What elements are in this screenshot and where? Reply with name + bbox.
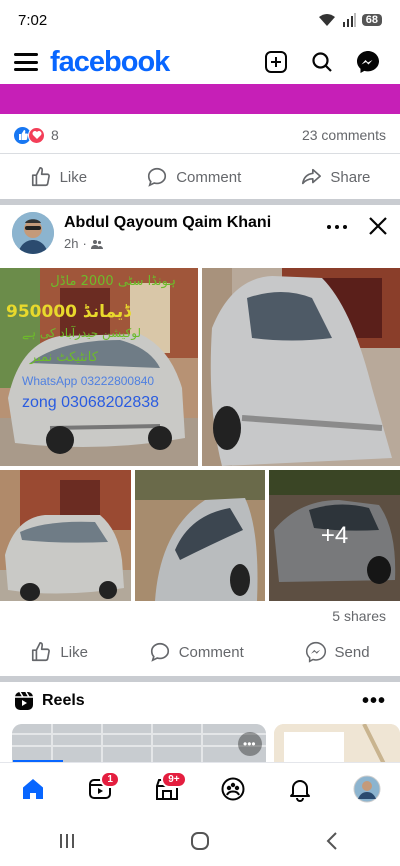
- comments-count[interactable]: 23 comments: [302, 127, 386, 143]
- marketplace-badge: 9+: [161, 770, 187, 788]
- nav-groups[interactable]: [213, 769, 253, 809]
- share-icon: [302, 168, 322, 185]
- reaction-count: 8: [51, 127, 59, 143]
- post-photo-3[interactable]: [0, 470, 131, 601]
- author-name[interactable]: Abdul Qayoum Qaim Khani: [64, 214, 324, 232]
- post-header: Abdul Qayoum Qaim Khani 2h ·: [12, 212, 392, 258]
- search-button[interactable]: [304, 44, 340, 80]
- send-button[interactable]: Send: [305, 641, 370, 663]
- messenger-icon: [357, 51, 379, 73]
- status-bar: 7:02 68: [0, 0, 400, 40]
- reels-header: Reels •••: [14, 688, 386, 714]
- like-button[interactable]: Like: [30, 641, 88, 663]
- more-options-icon[interactable]: [324, 214, 350, 240]
- svg-text:•••: •••: [243, 737, 256, 751]
- status-time: 7:02: [18, 11, 48, 29]
- nav-profile[interactable]: [347, 769, 387, 809]
- post-time[interactable]: 2h: [64, 236, 78, 251]
- thumbs-up-icon: [31, 167, 50, 187]
- thumbs-up-icon: [32, 642, 51, 662]
- battery-indicator: 68: [361, 14, 382, 26]
- close-icon[interactable]: [366, 214, 390, 238]
- overlay-price: ڈیمانڈ 950000: [6, 302, 131, 322]
- previous-post-banner: [0, 84, 400, 114]
- like-button[interactable]: Like: [30, 166, 88, 188]
- like-label: Like: [59, 168, 88, 186]
- facebook-logo: facebook: [50, 45, 170, 78]
- post-separator: [0, 199, 400, 205]
- groups-icon: [221, 777, 245, 800]
- post-actions: Like Comment Send: [0, 630, 400, 674]
- plus-square-icon: [265, 51, 287, 73]
- wifi-icon: [318, 14, 335, 26]
- back-icon[interactable]: [322, 830, 344, 852]
- reel-thumbnail-1[interactable]: •••: [12, 724, 266, 764]
- search-icon: [312, 52, 332, 72]
- nav-notifications[interactable]: [280, 769, 320, 809]
- bell-icon: [289, 779, 310, 802]
- comment-label: Comment: [176, 168, 242, 186]
- post-photo-4[interactable]: [135, 470, 265, 601]
- overlay-contact: کانٹیکٹ نمبر: [30, 350, 98, 365]
- comment-icon: [148, 167, 167, 187]
- share-label: Share: [330, 168, 371, 186]
- post-photo-2[interactable]: [202, 268, 400, 466]
- reel-thumbnail-2[interactable]: [274, 724, 400, 764]
- profile-avatar-icon: [353, 775, 381, 802]
- video-badge: 1: [100, 770, 120, 788]
- divider: [0, 153, 400, 154]
- messenger-send-icon: [305, 641, 326, 663]
- send-label: Send: [334, 643, 370, 661]
- comment-icon: [150, 642, 169, 662]
- nav-video[interactable]: 1: [80, 769, 120, 809]
- home-icon: [23, 778, 44, 799]
- comment-button[interactable]: Comment: [149, 641, 244, 663]
- reels-icon: [15, 691, 33, 710]
- nav-marketplace[interactable]: 9+: [147, 769, 187, 809]
- overlay-model: ہونڈا سٹی 2000 ماڈل: [50, 274, 176, 289]
- signal-icon: [342, 13, 356, 27]
- messenger-button[interactable]: [350, 44, 386, 80]
- overlay-whatsapp: WhatsApp 03222800840: [22, 374, 155, 388]
- reels-more-icon[interactable]: •••: [362, 690, 386, 713]
- home-button-icon[interactable]: [189, 830, 211, 852]
- author-avatar[interactable]: [12, 212, 54, 254]
- comment-button[interactable]: Comment: [146, 166, 241, 188]
- bottom-nav: 1 9+: [0, 762, 400, 814]
- top-bar: facebook: [0, 40, 400, 84]
- status-icons: 68: [318, 13, 382, 27]
- post-actions: Like Comment Share: [0, 155, 400, 199]
- reels-title: Reels: [42, 692, 85, 709]
- recent-apps-icon[interactable]: [56, 830, 78, 852]
- reaction-summary[interactable]: 8 23 comments: [14, 124, 386, 146]
- menu-icon[interactable]: [14, 53, 38, 71]
- create-button[interactable]: [258, 44, 294, 80]
- system-nav: [0, 816, 400, 866]
- share-button[interactable]: Share: [300, 166, 370, 188]
- comment-label: Comment: [178, 643, 244, 661]
- like-label: Like: [60, 643, 88, 661]
- love-reaction-icon: [28, 126, 45, 144]
- overlay-zong: zong 03068202838: [22, 394, 160, 411]
- post-photo-5[interactable]: +4: [269, 470, 400, 601]
- post-separator: [0, 676, 400, 682]
- friends-audience-icon: [90, 239, 103, 249]
- post-photo-1[interactable]: ہونڈا سٹی 2000 ماڈل ڈیمانڈ 950000 لوکیشن…: [0, 268, 198, 466]
- post-meta: 2h ·: [64, 236, 324, 251]
- overlay-location: لوکیشن حیدرآباد کی ہے: [22, 326, 142, 340]
- nav-home[interactable]: [13, 769, 53, 809]
- shares-count[interactable]: 5 shares: [332, 608, 386, 624]
- more-photos-count[interactable]: +4: [269, 470, 400, 601]
